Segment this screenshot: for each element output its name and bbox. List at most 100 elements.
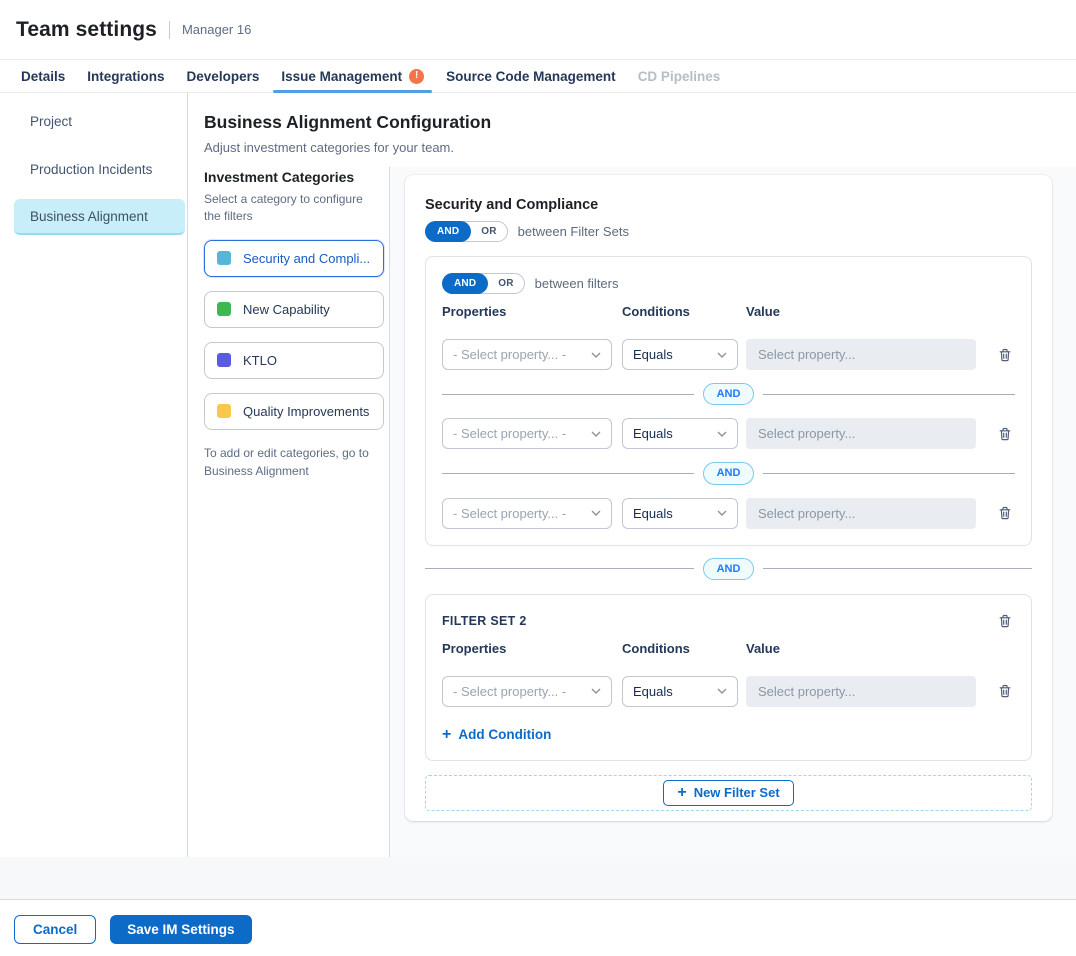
chevron-down-icon	[717, 431, 727, 437]
delete-condition-button[interactable]	[995, 424, 1015, 444]
tab-integrations[interactable]: Integrations	[76, 60, 175, 92]
main-area: Project Production Incidents Business Al…	[0, 93, 1076, 857]
chevron-down-icon	[591, 510, 601, 516]
row-joiner: AND	[442, 383, 1015, 405]
or-option[interactable]: OR	[471, 226, 506, 237]
cancel-button[interactable]: Cancel	[14, 915, 96, 944]
footer-strip	[0, 857, 1076, 900]
category-color-swatch	[217, 404, 231, 418]
properties-column-header: Properties	[442, 641, 622, 656]
header-divider	[169, 21, 170, 39]
value-input	[746, 498, 976, 529]
team-settings-page: Team settings Manager 16 Details Integra…	[0, 0, 1076, 956]
condition-select[interactable]: Equals	[622, 339, 738, 370]
page-header: Team settings Manager 16	[0, 0, 1076, 60]
page-title: Team settings	[16, 18, 157, 42]
tab-label: Integrations	[87, 69, 164, 84]
row-joiner: AND	[442, 462, 1015, 484]
filter-set-2-title: FILTER SET 2	[442, 614, 527, 628]
between-filters-label: between filters	[535, 276, 619, 291]
delete-condition-button[interactable]	[995, 345, 1015, 365]
joiner-line	[763, 473, 1015, 474]
category-button-security-and-compliance[interactable]: Security and Compli...	[204, 240, 384, 277]
tab-details[interactable]: Details	[10, 60, 76, 92]
new-filter-set-zone: + New Filter Set	[425, 775, 1032, 811]
section-title: Business Alignment Configuration	[204, 112, 1060, 133]
sidebar-item-project[interactable]: Project	[14, 103, 185, 139]
chevron-down-icon	[591, 431, 601, 437]
condition-select[interactable]: Equals	[622, 418, 738, 449]
save-im-settings-button[interactable]: Save IM Settings	[110, 915, 251, 944]
property-select-value: - Select property... -	[453, 684, 566, 699]
filter-row: - Select property... - Equals	[442, 418, 1015, 449]
sidebar-item-business-alignment[interactable]: Business Alignment	[14, 199, 185, 235]
chevron-down-icon	[591, 688, 601, 694]
trash-icon	[997, 613, 1013, 629]
property-select[interactable]: - Select property... -	[442, 339, 612, 370]
property-select[interactable]: - Select property... -	[442, 418, 612, 449]
chevron-down-icon	[717, 688, 727, 694]
tab-issue-management[interactable]: Issue Management !	[270, 60, 435, 92]
category-button-quality-improvements[interactable]: Quality Improvements	[204, 393, 384, 430]
joiner-line	[442, 473, 694, 474]
trash-icon	[997, 426, 1013, 442]
tab-label: Details	[21, 69, 65, 84]
categories-hint: Select a category to configure the filte…	[204, 191, 379, 226]
chevron-down-icon	[591, 352, 601, 358]
delete-condition-button[interactable]	[995, 681, 1015, 701]
condition-select[interactable]: Equals	[622, 676, 738, 707]
filters-operator-row: AND OR between filters	[442, 273, 1015, 294]
filter-sets-operator-row: AND OR between Filter Sets	[425, 221, 1032, 242]
and-or-toggle[interactable]: AND OR	[425, 221, 508, 242]
tab-label: CD Pipelines	[638, 69, 721, 84]
categories-title: Investment Categories	[204, 169, 379, 185]
config-category-title: Security and Compliance	[425, 197, 1032, 213]
new-filter-set-button[interactable]: + New Filter Set	[663, 780, 793, 806]
condition-select-value: Equals	[633, 426, 673, 441]
investment-categories-panel: Investment Categories Select a category …	[188, 167, 390, 857]
and-option[interactable]: AND	[442, 273, 488, 294]
category-button-new-capability[interactable]: New Capability	[204, 291, 384, 328]
category-label: Security and Compli...	[243, 251, 370, 266]
property-select[interactable]: - Select property... -	[442, 498, 612, 529]
filter-row: - Select property... - Equals	[442, 498, 1015, 529]
value-input	[746, 339, 976, 370]
joiner-line	[425, 568, 694, 569]
add-condition-label: Add Condition	[458, 727, 551, 742]
trash-icon	[997, 505, 1013, 521]
add-condition-button[interactable]: + Add Condition	[442, 727, 551, 743]
action-bar: Cancel Save IM Settings	[0, 900, 1076, 944]
joiner-line	[763, 394, 1015, 395]
category-button-ktlo[interactable]: KTLO	[204, 342, 384, 379]
and-joiner-pill: AND	[703, 558, 755, 580]
category-label: KTLO	[243, 353, 277, 368]
filter-set-2: FILTER SET 2 Properties Conditions Value	[425, 594, 1032, 761]
properties-column-header: Properties	[442, 304, 622, 319]
and-joiner-pill: AND	[703, 462, 755, 484]
conditions-column-header: Conditions	[622, 304, 746, 319]
or-option[interactable]: OR	[488, 278, 523, 289]
value-input	[746, 676, 976, 707]
plus-icon: +	[677, 785, 686, 801]
property-select-value: - Select property... -	[453, 506, 566, 521]
joiner-line	[442, 394, 694, 395]
and-joiner-pill: AND	[703, 383, 755, 405]
condition-select[interactable]: Equals	[622, 498, 738, 529]
tab-developers[interactable]: Developers	[176, 60, 271, 92]
category-config-card: Security and Compliance AND OR between F…	[405, 175, 1052, 821]
joiner-line	[763, 568, 1032, 569]
and-or-toggle[interactable]: AND OR	[442, 273, 525, 294]
property-select-value: - Select property... -	[453, 347, 566, 362]
delete-filter-set-button[interactable]	[995, 611, 1015, 631]
and-option[interactable]: AND	[425, 221, 471, 242]
filter-set-1: AND OR between filters Properties Condit…	[425, 256, 1032, 546]
tab-source-code-management[interactable]: Source Code Management	[435, 60, 627, 92]
section-header: Business Alignment Configuration Adjust …	[188, 93, 1076, 167]
new-filter-set-label: New Filter Set	[694, 785, 780, 800]
condition-select-value: Equals	[633, 684, 673, 699]
tab-bar: Details Integrations Developers Issue Ma…	[0, 60, 1076, 93]
sidebar-item-production-incidents[interactable]: Production Incidents	[14, 151, 185, 187]
category-label: New Capability	[243, 302, 330, 317]
delete-condition-button[interactable]	[995, 503, 1015, 523]
property-select[interactable]: - Select property... -	[442, 676, 612, 707]
